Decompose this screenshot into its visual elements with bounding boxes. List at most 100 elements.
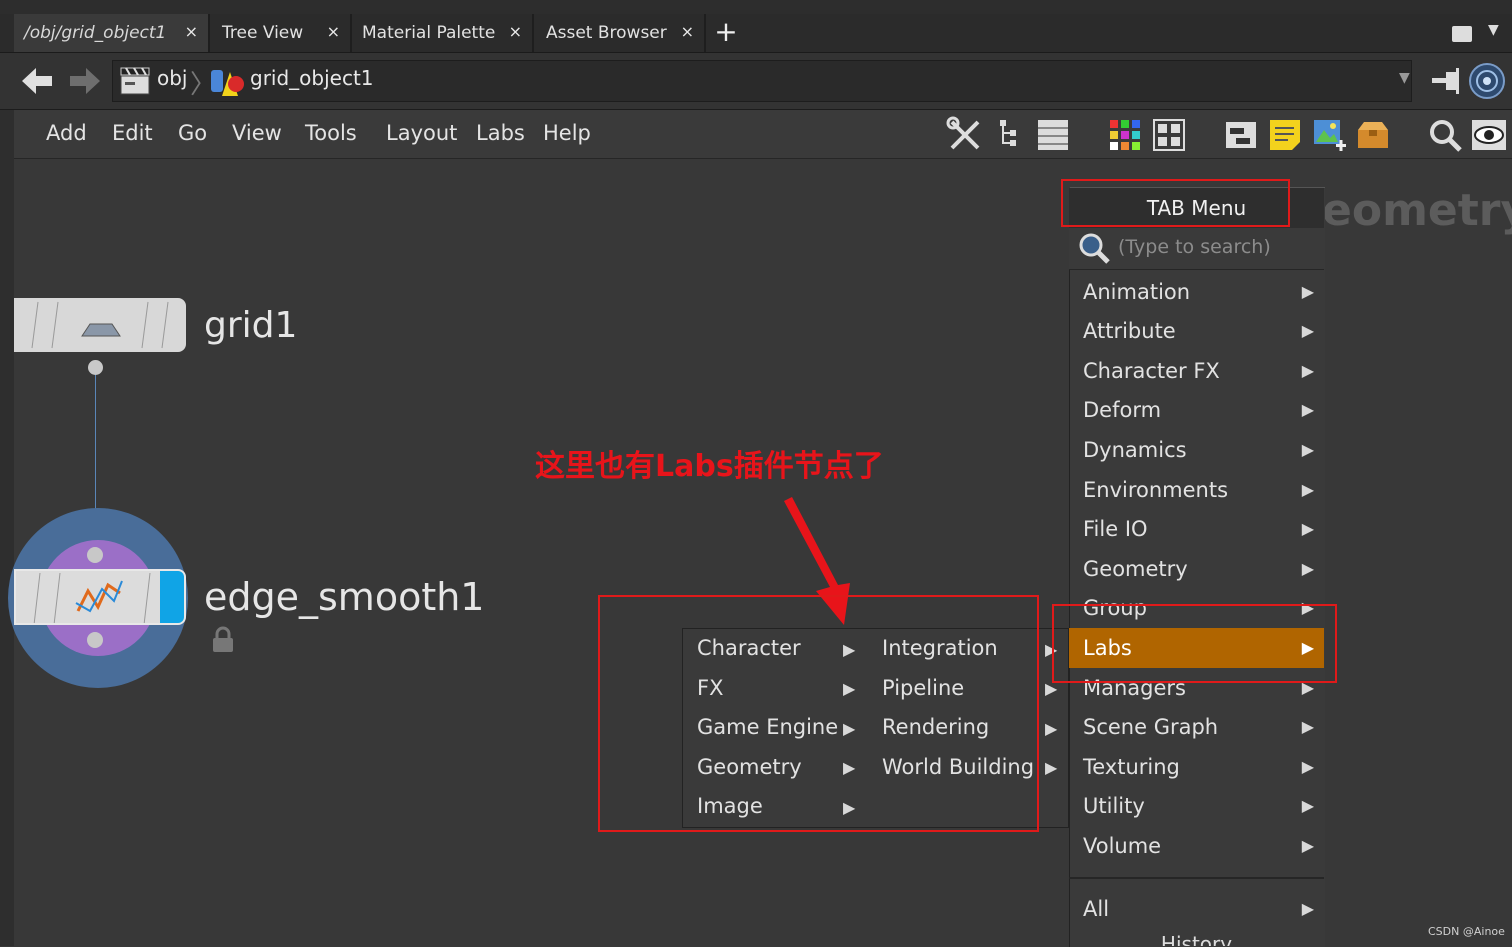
- tab-bar: /obj/grid_object1 × Tree View × Material…: [0, 14, 1512, 53]
- annotation-text: 这里也有Labs插件节点了: [535, 449, 884, 484]
- watermark: CSDN @Ainoe: [1428, 925, 1505, 938]
- sticky-note-icon[interactable]: [1266, 116, 1304, 154]
- item-label: Dynamics: [1083, 438, 1187, 462]
- input-connector[interactable]: [87, 547, 103, 563]
- submenu-arrow-icon: ▶: [1301, 717, 1314, 736]
- pin-icon[interactable]: [1428, 64, 1464, 98]
- tab-tree-view[interactable]: Tree View ×: [212, 14, 352, 52]
- package-icon[interactable]: [1354, 116, 1392, 154]
- item-label: Geometry: [1083, 557, 1188, 581]
- tab-menu-item-file-io[interactable]: File IO ▶: [1069, 509, 1324, 549]
- search-placeholder[interactable]: (Type to search): [1118, 236, 1271, 258]
- item-label: Scene Graph: [1083, 715, 1219, 739]
- menu-labs[interactable]: Labs: [476, 121, 525, 145]
- submenu-arrow-icon: ▶: [1301, 480, 1314, 499]
- tab-menu-history[interactable]: History: [1069, 929, 1324, 946]
- item-label: Environments: [1083, 478, 1229, 502]
- geometry-object-icon: [211, 70, 244, 96]
- submenu-arrow-icon: ▶: [1301, 519, 1314, 538]
- forward-arrow-icon[interactable]: [66, 64, 102, 98]
- submenu-arrow-icon: ▶: [1301, 282, 1314, 301]
- back-arrow-icon[interactable]: [20, 64, 56, 98]
- tab-menu-item-dynamics[interactable]: Dynamics ▶: [1069, 430, 1324, 470]
- submenu-arrow-icon: ▶: [1301, 796, 1314, 815]
- node-label[interactable]: edge_smooth1: [204, 575, 484, 619]
- tab-menu-item-animation[interactable]: Animation ▶: [1069, 272, 1324, 312]
- highlight-box-tab-menu: [1061, 179, 1290, 227]
- highlight-box-submenu: [598, 595, 1039, 832]
- tree-icon[interactable]: [992, 116, 1030, 154]
- tab-menu-item-scene-graph[interactable]: Scene Graph ▶: [1069, 707, 1324, 747]
- submenu-arrow-icon: ▶: [1301, 559, 1314, 578]
- viewer-icon[interactable]: [1468, 62, 1506, 100]
- tab-menu-item-all[interactable]: All ▶: [1069, 889, 1324, 929]
- list-icon[interactable]: [1034, 116, 1072, 154]
- item-label: Volume: [1083, 834, 1162, 858]
- submenu-arrow-icon: ▶: [1301, 440, 1314, 459]
- thumbnail-icon[interactable]: [1150, 116, 1188, 154]
- tab-menu-item-texturing[interactable]: Texturing ▶: [1069, 747, 1324, 787]
- top-strip: [0, 0, 1512, 14]
- menu-view[interactable]: View: [232, 121, 282, 145]
- maximize-icon[interactable]: [1452, 26, 1472, 42]
- output-connector[interactable]: [87, 632, 103, 648]
- close-icon[interactable]: ×: [681, 22, 694, 41]
- output-connector[interactable]: [88, 360, 103, 375]
- color-grid-icon[interactable]: [1106, 116, 1144, 154]
- tab-menu-item-deform[interactable]: Deform ▶: [1069, 390, 1324, 430]
- menu-add[interactable]: Add: [46, 121, 87, 145]
- menu-separator: [1069, 877, 1324, 879]
- tab-menu-item-environments[interactable]: Environments ▶: [1069, 470, 1324, 510]
- search-icon: [1079, 233, 1110, 264]
- search-icon[interactable]: [1426, 116, 1464, 154]
- close-icon[interactable]: ×: [327, 22, 340, 41]
- tab-asset-browser[interactable]: Asset Browser ×: [536, 14, 706, 52]
- eye-icon[interactable]: [1470, 116, 1508, 154]
- chevron-down-icon[interactable]: ▼: [1488, 22, 1499, 38]
- menu-tools[interactable]: Tools: [305, 121, 357, 145]
- tab-menu-item-volume[interactable]: Volume ▶: [1069, 826, 1324, 866]
- context-label: eometry: [1322, 185, 1512, 236]
- tab-label: Material Palette: [362, 23, 496, 43]
- submenu-arrow-icon: ▶: [1301, 400, 1314, 419]
- item-label: All: [1083, 897, 1110, 921]
- node-grid1[interactable]: [14, 298, 186, 352]
- menu-help[interactable]: Help: [543, 121, 591, 145]
- item-label: File IO: [1083, 517, 1148, 541]
- item-label: Utility: [1083, 794, 1145, 818]
- tab-menu-item-attribute[interactable]: Attribute ▶: [1069, 311, 1324, 351]
- close-icon[interactable]: ×: [185, 22, 198, 41]
- path-object[interactable]: grid_object1: [250, 66, 374, 90]
- path-dropdown-icon[interactable]: ▼: [1399, 70, 1410, 86]
- submenu-arrow-icon: ▶: [1301, 361, 1314, 380]
- node-label[interactable]: grid1: [204, 305, 297, 346]
- lock-icon: [213, 626, 233, 652]
- display-flag[interactable]: [160, 571, 184, 623]
- wrench-icon[interactable]: [946, 116, 984, 154]
- clapperboard-icon: [120, 67, 150, 95]
- add-tab-button[interactable]: +: [712, 14, 740, 52]
- tab-menu-item-utility[interactable]: Utility ▶: [1069, 786, 1324, 826]
- node-edge-smooth[interactable]: [14, 569, 186, 625]
- left-rail: [0, 110, 14, 946]
- tab-menu-item-geometry[interactable]: Geometry ▶: [1069, 549, 1324, 589]
- item-label: Attribute: [1083, 319, 1176, 343]
- tab-network[interactable]: /obj/grid_object1 ×: [14, 14, 210, 52]
- submenu-arrow-icon: ▶: [1301, 836, 1314, 855]
- item-label: Texturing: [1083, 755, 1180, 779]
- item-label: Character FX: [1083, 359, 1220, 383]
- menu-go[interactable]: Go: [178, 121, 207, 145]
- tab-material-palette[interactable]: Material Palette ×: [352, 14, 534, 52]
- menu-layout[interactable]: Layout: [386, 121, 457, 145]
- network-box-icon[interactable]: [1222, 116, 1260, 154]
- path-obj[interactable]: obj: [157, 66, 188, 90]
- submenu-arrow-icon: ▶: [1301, 757, 1314, 776]
- menu-edit[interactable]: Edit: [112, 121, 153, 145]
- image-add-icon[interactable]: [1310, 116, 1348, 154]
- tab-label: /obj/grid_object1: [24, 23, 167, 43]
- highlight-box-labs: [1052, 604, 1337, 683]
- close-icon[interactable]: ×: [509, 22, 522, 41]
- tab-label: Asset Browser: [546, 23, 667, 43]
- submenu-arrow-icon: ▶: [1301, 321, 1314, 340]
- tab-menu-item-character-fx[interactable]: Character FX ▶: [1069, 351, 1324, 391]
